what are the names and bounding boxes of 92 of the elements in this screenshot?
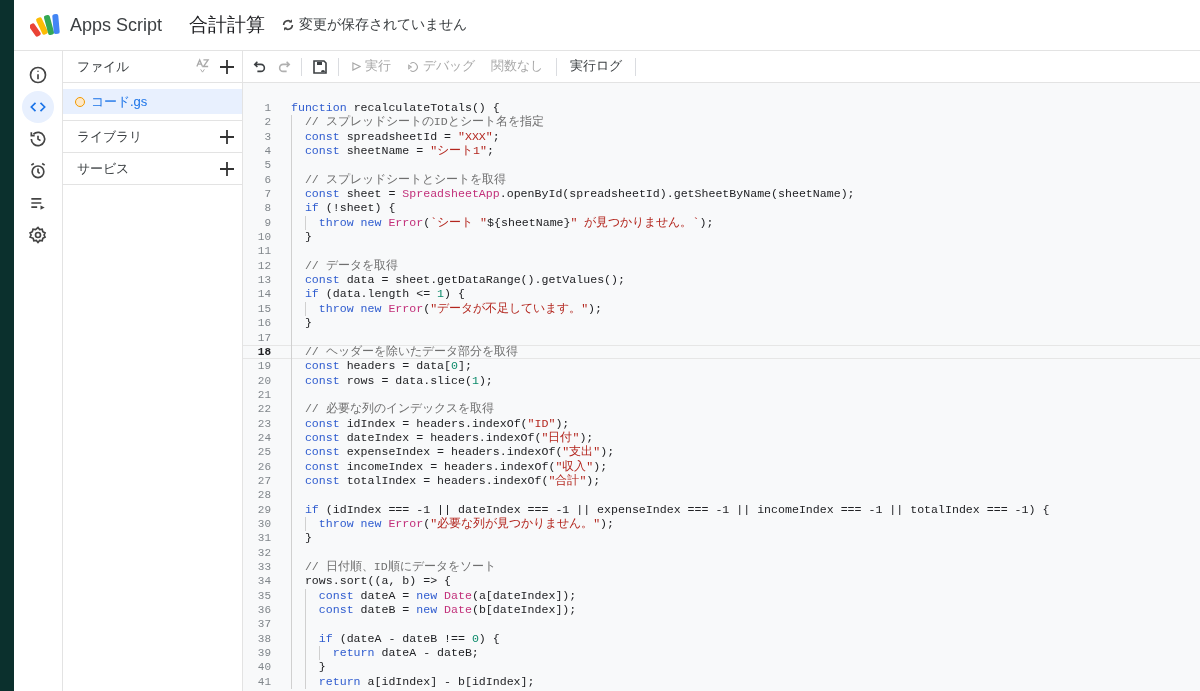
line-number: 39 xyxy=(256,646,271,661)
code-line: 18 // ヘッダーを除いたデータ部分を取得 xyxy=(243,344,1200,360)
line-number: 41 xyxy=(256,674,271,690)
line-number: 13 xyxy=(256,273,271,288)
line-number: 1 xyxy=(263,101,271,116)
code-line: 25 const expenseIndex = headers.indexOf("支出"); xyxy=(243,445,1200,460)
product-name: Apps Script xyxy=(70,14,163,36)
code-line: 19 const headers = data[0]; xyxy=(243,359,1200,374)
code-line: 8 if (!sheet) { xyxy=(243,201,1200,216)
code-line: 4 const sheetName = "シート1"; xyxy=(243,144,1200,159)
files-heading: ファイル xyxy=(77,57,130,76)
line-number: 38 xyxy=(256,631,271,647)
code-nav-icon[interactable] xyxy=(22,91,54,123)
project-title[interactable]: 合計計算 xyxy=(189,12,266,38)
add-icon[interactable] xyxy=(220,129,234,144)
line-number: 11 xyxy=(256,244,271,259)
code-line: 2 // スプレッドシートのIDとシート名を指定 xyxy=(243,115,1200,130)
code-line: 36 const dateB = new Date(b[dateIndex]); xyxy=(243,603,1200,618)
code-line: 35 const dateA = new Date(a[dateIndex]); xyxy=(243,588,1200,604)
line-number: 2 xyxy=(263,115,271,130)
line-number: 20 xyxy=(256,373,271,388)
line-number: 29 xyxy=(256,502,271,517)
line-number: 22 xyxy=(256,402,271,417)
line-number: 31 xyxy=(256,531,271,546)
line-number: 10 xyxy=(256,230,271,245)
line-number: 6 xyxy=(263,172,271,188)
code-line: 23 const idIndex = headers.indexOf("ID"); xyxy=(243,416,1200,431)
line-number: 14 xyxy=(256,287,271,302)
line-number: 28 xyxy=(256,488,271,503)
line-number: 21 xyxy=(256,387,271,403)
code-line: 27 const totalIndex = headers.indexOf("合計"); xyxy=(243,473,1200,489)
line-number: 24 xyxy=(256,430,271,446)
debug-icon xyxy=(407,60,419,73)
line-number: 9 xyxy=(263,215,271,231)
line-number: 18 xyxy=(256,344,271,360)
code-line: 14 if (data.length <= 1) { xyxy=(243,287,1200,302)
code-line: 30 throw new Error("必要な列が見つかりません。"); xyxy=(243,516,1200,532)
code-line: 33 // 日付順、ID順にデータをソート xyxy=(243,560,1200,575)
section-heading: サービス xyxy=(77,159,130,178)
undo-icon[interactable] xyxy=(253,59,267,74)
code-line: 40 } xyxy=(243,660,1200,675)
line-number: 40 xyxy=(256,660,271,675)
code-line: 31 } xyxy=(243,531,1200,546)
code-line: 13 const data = sheet.getDataRange().getValues(); xyxy=(243,273,1200,288)
file-item[interactable]: コード.gs xyxy=(63,89,242,114)
code-line: 15 throw new Error("データが不足しています。"); xyxy=(243,301,1200,317)
save-icon[interactable] xyxy=(312,58,328,75)
line-number: 12 xyxy=(256,258,271,274)
code-line: 20 const rows = data.slice(1); xyxy=(243,373,1200,388)
code-line: 41 return a[idIndex] - b[idIndex]; xyxy=(243,674,1200,690)
line-number: 7 xyxy=(263,187,271,202)
code-line: 38 if (dateA - dateB !== 0) { xyxy=(243,631,1200,647)
code-line: 1 function recalculateTotals() { xyxy=(243,101,1200,116)
line-number: 4 xyxy=(263,144,271,159)
line-number: 8 xyxy=(263,201,271,216)
line-number: 27 xyxy=(256,473,271,489)
add-icon[interactable] xyxy=(220,59,234,74)
line-number: 33 xyxy=(256,560,271,575)
code-line: 29 if (idIndex === -1 || dateIndex === -1 || expenseIndex === -1 || incomeIndex === -1 || totalIndex === -1) { xyxy=(243,502,1200,517)
sync-icon xyxy=(281,18,296,32)
line-number: 30 xyxy=(256,516,271,532)
add-icon[interactable] xyxy=(220,161,234,176)
code-line: 34 rows.sort((a, b) => { xyxy=(243,574,1200,589)
line-number: 17 xyxy=(256,330,271,345)
code-line: 16 } xyxy=(243,316,1200,331)
code-line: 3 const spreadsheetId = "XXX"; xyxy=(243,129,1200,145)
code-line: 26 const incomeIndex = headers.indexOf("収入"); xyxy=(243,459,1200,474)
line-number: 15 xyxy=(256,301,271,317)
code-line: 24 const dateIndex = headers.indexOf("日付"); xyxy=(243,430,1200,446)
line-number: 34 xyxy=(256,574,271,589)
code-line: 6 // スプレッドシートとシートを取得 xyxy=(243,172,1200,188)
line-number: 16 xyxy=(256,316,271,331)
code-line: 39 return dateA - dateB; xyxy=(243,646,1200,661)
code-line: 10 } xyxy=(243,230,1200,245)
log-button[interactable]: 実行ログ xyxy=(567,56,625,77)
line-number: 36 xyxy=(256,603,271,618)
line-number: 25 xyxy=(256,445,271,460)
code-line: 9 throw new Error(`シート "${sheetName}" が見つかりません。`); xyxy=(243,215,1200,231)
save-status: 変更が保存されていません xyxy=(299,16,468,34)
code-line: 12 // データを取得 xyxy=(243,258,1200,274)
line-number: 3 xyxy=(263,129,271,145)
line-number: 5 xyxy=(263,158,271,173)
line-number: 23 xyxy=(256,416,271,431)
section-heading: ライブラリ xyxy=(77,127,143,146)
line-number: 37 xyxy=(256,617,271,632)
code-line: 22 // 必要な列のインデックスを取得 xyxy=(243,402,1200,417)
code-line: 7 const sheet = SpreadsheetApp.openById(spreadsheetId).getSheetByName(sheetName); xyxy=(243,187,1200,202)
play-icon xyxy=(352,62,361,71)
line-number: 35 xyxy=(256,588,271,604)
line-number: 32 xyxy=(256,545,271,560)
line-number: 26 xyxy=(256,459,271,474)
line-number: 19 xyxy=(256,359,271,374)
